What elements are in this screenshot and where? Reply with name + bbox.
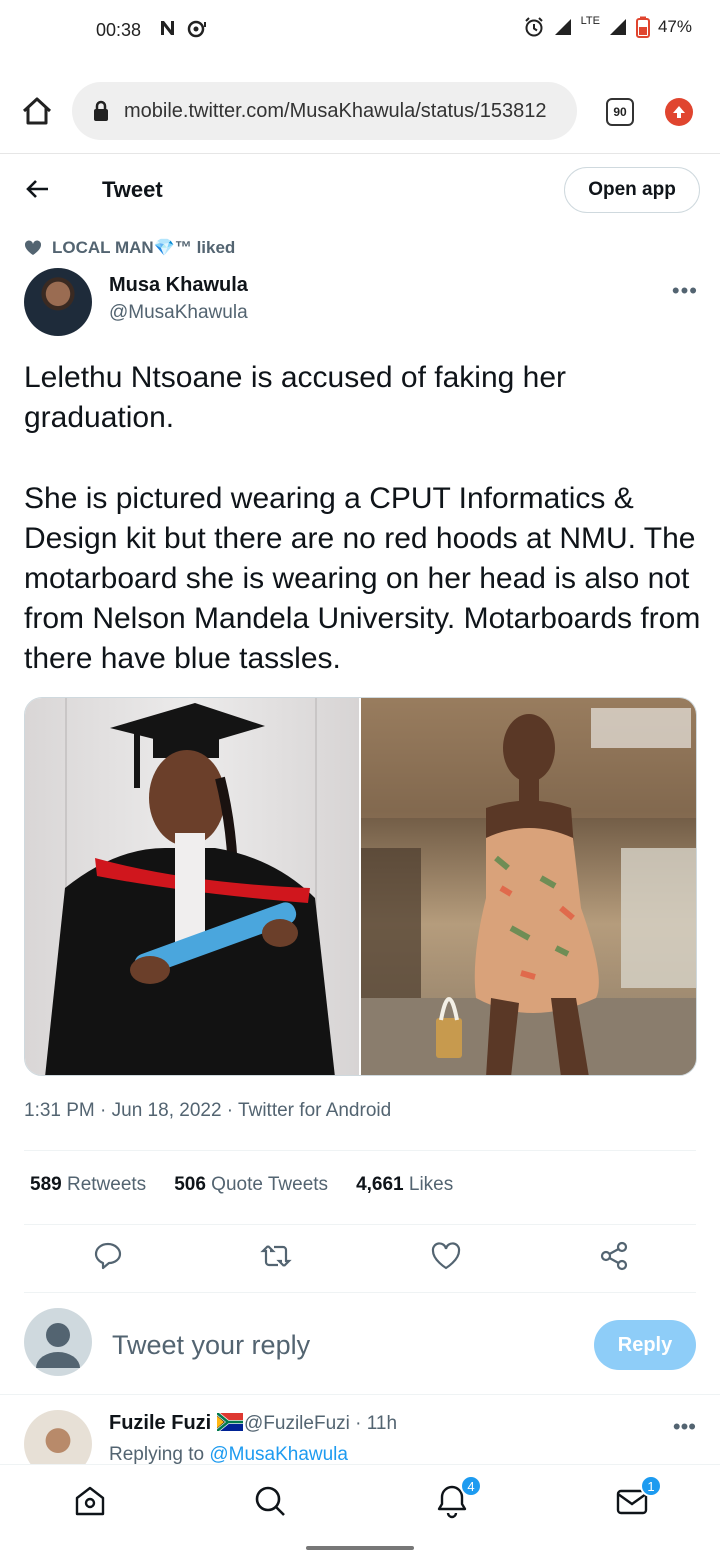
author-handle[interactable]: @MusaKhawula xyxy=(109,302,248,324)
author-name[interactable]: Musa Khawula xyxy=(109,274,248,297)
tweet-header: Tweet Open app xyxy=(0,155,720,225)
replying-to: Replying to @MusaKhawula xyxy=(109,1444,348,1464)
tweet-text: Lelethu Ntsoane is accused of faking her… xyxy=(24,361,701,676)
retweets-label: Retweets xyxy=(66,1174,147,1195)
arrow-left-icon xyxy=(26,180,48,198)
divider xyxy=(24,1150,696,1151)
likes-stat[interactable]: 4,661 Likes xyxy=(356,1174,453,1196)
reply-button[interactable]: Reply xyxy=(594,1320,696,1370)
home-button[interactable] xyxy=(20,94,54,128)
social-context: LOCAL MAN💎™ liked xyxy=(24,238,235,258)
share-icon xyxy=(600,1241,628,1271)
graduation-photo-illustration xyxy=(45,698,335,1075)
battery-level: 47% xyxy=(657,17,692,36)
quote-tweets-count: 506 xyxy=(174,1174,206,1195)
url-text: mobile.twitter.com/MusaKhawula/status/15… xyxy=(124,99,547,122)
tweet-media[interactable] xyxy=(24,697,697,1076)
messages-badge: 1 xyxy=(640,1475,662,1497)
reply-more-button[interactable]: ••• xyxy=(673,1414,696,1440)
home-nav-icon xyxy=(75,1486,105,1516)
status-notification-icons xyxy=(158,18,208,38)
record-notification-icon xyxy=(187,20,206,38)
divider xyxy=(24,1292,696,1293)
likes-count: 4,661 xyxy=(356,1174,404,1195)
tweet-actions xyxy=(0,1240,720,1280)
arrow-up-icon xyxy=(673,106,685,118)
photo-graduation[interactable] xyxy=(25,698,361,1075)
home-icon xyxy=(22,97,52,125)
south-africa-flag-icon xyxy=(215,1411,243,1433)
heart-icon xyxy=(431,1242,461,1270)
like-action-button[interactable] xyxy=(430,1240,462,1272)
reply-author-handle: @FuzileFuzi · 11h xyxy=(244,1413,398,1434)
reply-author-name-text: Fuzile Fuzi xyxy=(109,1412,212,1434)
heart-filled-icon xyxy=(24,240,42,255)
reply-author-name[interactable]: Fuzile Fuzi xyxy=(109,1411,243,1435)
nav-messages[interactable]: 1 xyxy=(614,1475,662,1519)
reply-action-button[interactable] xyxy=(92,1240,124,1272)
status-time: 00:38 xyxy=(96,20,142,40)
signal-icon-2 xyxy=(609,19,626,35)
photo-dress[interactable] xyxy=(361,698,696,1075)
retweet-icon xyxy=(260,1245,292,1267)
browser-toolbar: mobile.twitter.com/MusaKhawula/status/15… xyxy=(0,70,720,154)
reply-author-avatar[interactable] xyxy=(24,1410,92,1464)
more-options-button[interactable]: ••• xyxy=(672,278,698,304)
replying-to-link[interactable]: @MusaKhawula xyxy=(209,1444,348,1464)
reply-input[interactable]: Tweet your reply xyxy=(112,1330,310,1361)
lock-icon xyxy=(94,100,108,121)
page-title: Tweet xyxy=(102,177,163,202)
update-button[interactable] xyxy=(665,98,693,126)
notifications-badge: 4 xyxy=(460,1475,482,1497)
bottom-navigation: 4 1 xyxy=(0,1464,720,1536)
replying-prefix: Replying to xyxy=(109,1444,210,1464)
divider xyxy=(24,1224,696,1225)
n-notification-icon xyxy=(161,21,174,35)
share-action-button[interactable] xyxy=(598,1240,630,1272)
nav-notifications[interactable]: 4 xyxy=(434,1475,482,1519)
quote-tweets-label: Quote Tweets xyxy=(211,1174,329,1195)
social-context-text[interactable]: LOCAL MAN💎™ liked xyxy=(52,238,235,258)
likes-label: Likes xyxy=(408,1174,454,1195)
alarm-icon xyxy=(524,17,543,37)
default-avatar-icon xyxy=(36,1323,80,1368)
reply-composer: Tweet your reply Reply xyxy=(24,1308,696,1380)
tweet-timestamp[interactable]: 1:31 PM · Jun 18, 2022 · Twitter for And… xyxy=(24,1100,391,1122)
retweets-stat[interactable]: 589 Retweets xyxy=(30,1174,146,1196)
retweets-count: 589 xyxy=(30,1174,62,1195)
open-app-button[interactable]: Open app xyxy=(564,167,700,213)
retweet-action-button[interactable] xyxy=(260,1240,292,1272)
network-type: LTE xyxy=(580,15,600,27)
tweet-author: Musa Khawula @MusaKhawula ••• xyxy=(24,266,704,338)
battery-icon xyxy=(635,16,650,38)
status-right: LTE 47% xyxy=(523,15,692,38)
quote-tweets-stat[interactable]: 506 Quote Tweets xyxy=(174,1174,328,1196)
signal-icon xyxy=(554,19,571,35)
dress-photo-illustration xyxy=(361,698,696,1075)
user-avatar-placeholder xyxy=(24,1308,92,1376)
divider xyxy=(0,1394,720,1395)
gesture-bar[interactable] xyxy=(306,1546,414,1550)
tweet-stats: 589 Retweets 506 Quote Tweets 4,661 Like… xyxy=(30,1174,453,1196)
status-bar: 00:38 LTE 47% xyxy=(0,0,720,62)
author-avatar[interactable] xyxy=(24,268,92,336)
nav-home[interactable] xyxy=(72,1483,108,1519)
reply-icon xyxy=(94,1242,122,1270)
search-icon xyxy=(255,1486,285,1516)
url-bar[interactable]: mobile.twitter.com/MusaKhawula/status/15… xyxy=(72,82,577,140)
back-button[interactable] xyxy=(24,175,52,203)
nav-explore[interactable] xyxy=(252,1483,288,1519)
tab-switcher-button[interactable]: 90 xyxy=(606,98,634,126)
reply-tweet[interactable]: Fuzile Fuzi @FuzileFuzi · 11h Replying t… xyxy=(24,1408,704,1464)
